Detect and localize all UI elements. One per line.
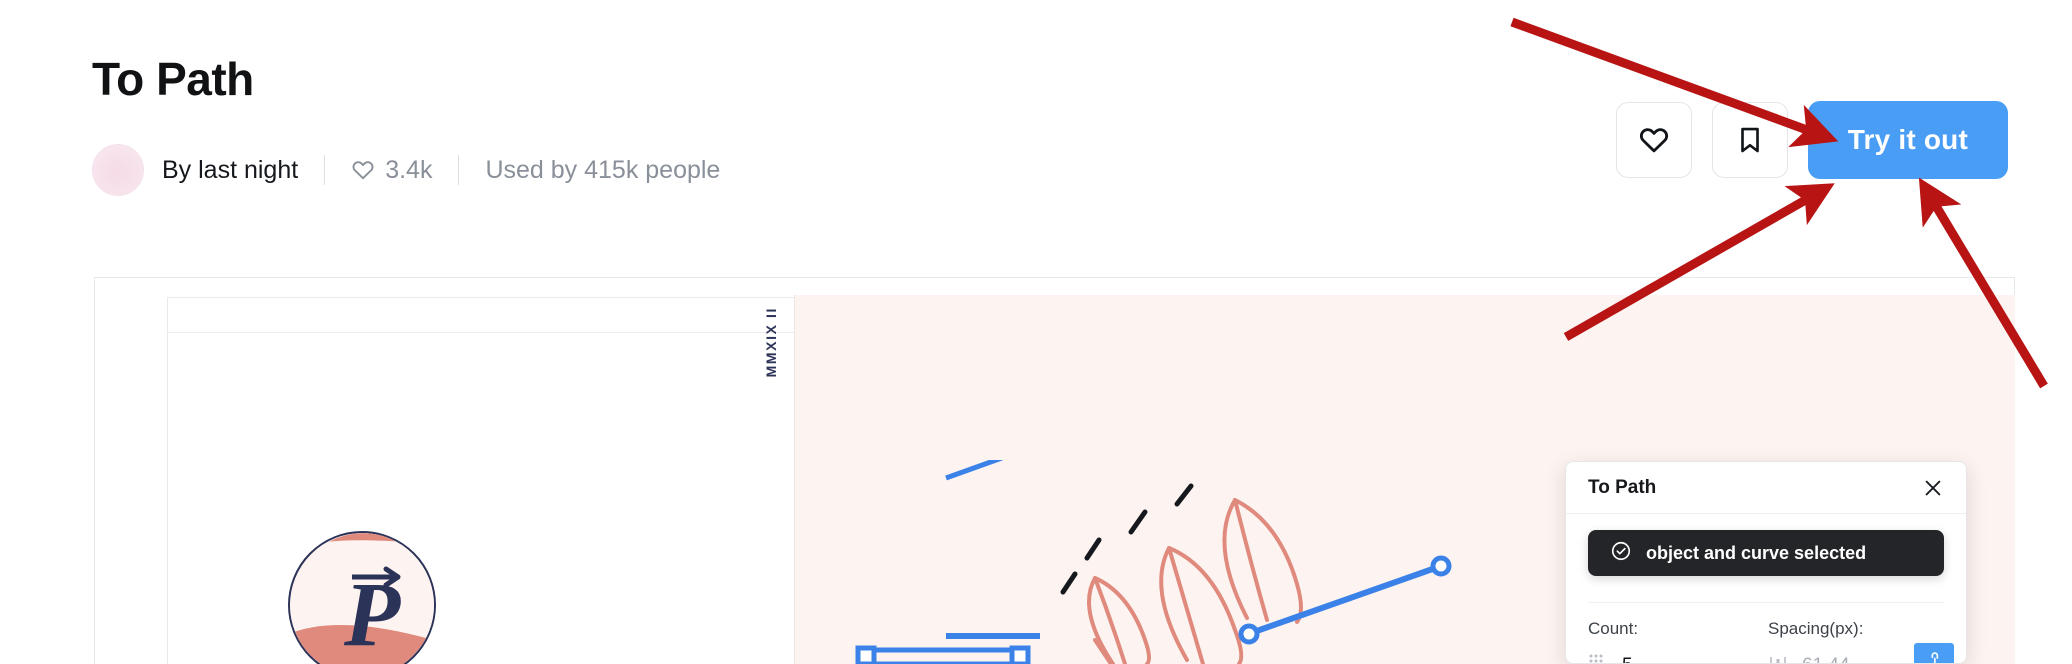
popup-body: object and curve selected Count: Spacing… (1566, 514, 1966, 664)
popup-header: To Path (1566, 462, 1966, 514)
status-toast: object and curve selected (1588, 530, 1944, 576)
count-label: Count: (1588, 619, 1639, 638)
toast-message: object and curve selected (1646, 542, 1867, 563)
spacing-label: Spacing(px): (1768, 619, 1864, 638)
heart-icon (351, 158, 375, 182)
bookmark-button[interactable] (1711, 102, 1788, 178)
ruler-label: MMXIX II (763, 307, 779, 378)
heart-icon (1638, 124, 1670, 156)
like-count-label: 3.4k (385, 155, 433, 184)
bookmark-icon (1735, 125, 1765, 155)
link-icon (1924, 651, 1944, 663)
divider (458, 155, 460, 185)
link-toggle-button[interactable] (1914, 643, 1954, 663)
selection-curve (945, 460, 1004, 481)
spacing-value[interactable]: 61.44 (1802, 655, 1850, 664)
divider (324, 155, 326, 185)
count-value[interactable]: 5 (1622, 655, 1633, 664)
metadata-row: By last night 3.4k Used by 415k people (92, 144, 720, 196)
selection-dashes (1060, 483, 1194, 595)
avatar[interactable] (92, 144, 144, 196)
popup-fields: Count: 5 Spac (1588, 602, 1954, 664)
grid-dots-icon (1588, 653, 1608, 663)
header-actions: Try it out (1615, 101, 2008, 179)
count-field: Count: 5 (1588, 619, 1768, 664)
leaf-illustration (1087, 498, 1303, 664)
page-title: To Path (92, 53, 254, 105)
popup-title: To Path (1588, 476, 1657, 498)
page-root: To Path By last night 3.4k Used by 415k … (0, 0, 2072, 664)
check-circle-icon (1610, 540, 1632, 567)
spacing-field: Spacing(px): 61.44 (1768, 619, 1928, 664)
usage-label: Used by 415k people (485, 155, 721, 184)
spacing-icon (1768, 653, 1788, 663)
close-icon[interactable] (1922, 477, 1944, 499)
favorite-button[interactable] (1615, 102, 1692, 178)
like-count[interactable]: 3.4k (351, 156, 432, 185)
canvas-artwork (795, 460, 1555, 664)
to-path-popup[interactable]: To Path object and curve selected Count: (1565, 461, 1967, 664)
try-it-out-button[interactable]: Try it out (1807, 101, 2008, 179)
author-name[interactable]: By last night (162, 156, 298, 185)
logo-mark: P (288, 531, 436, 664)
